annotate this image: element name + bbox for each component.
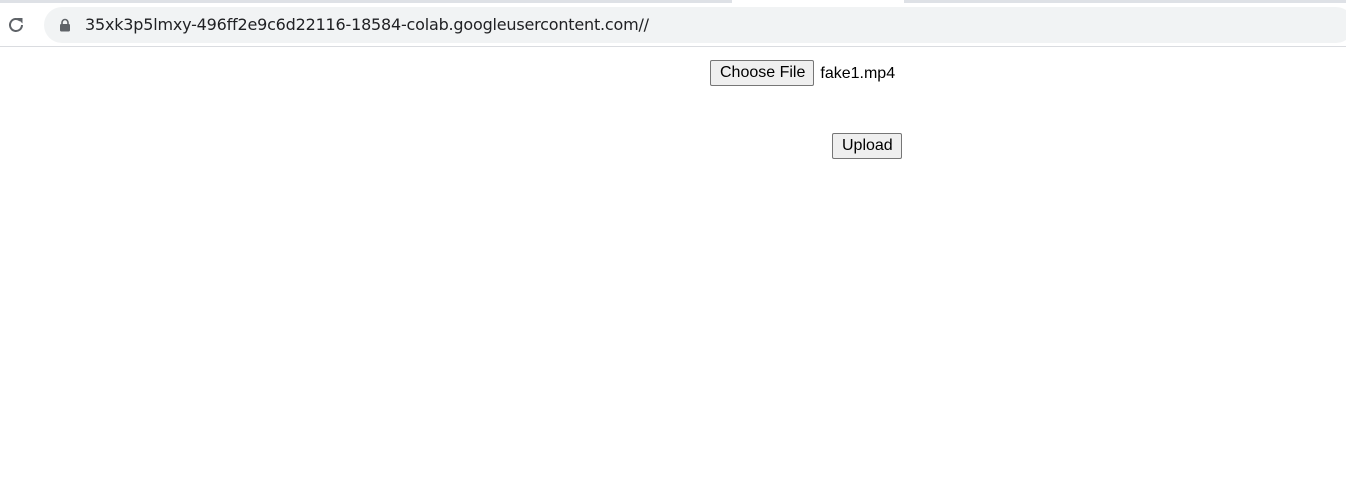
file-input[interactable]: Choose File fake1.mp4: [710, 60, 895, 86]
lock-icon[interactable]: [58, 18, 72, 32]
page-content: Choose File fake1.mp4 Upload: [0, 47, 1346, 499]
browser-toolbar: 35xk3p5lmxy-496ff2e9c6d22116-18584-colab…: [0, 3, 1346, 47]
selected-file-name: fake1.mp4: [820, 64, 896, 82]
reload-icon: [9, 18, 23, 32]
address-bar[interactable]: 35xk3p5lmxy-496ff2e9c6d22116-18584-colab…: [44, 7, 1346, 43]
reload-button[interactable]: [2, 11, 30, 39]
upload-button[interactable]: Upload: [832, 133, 902, 159]
choose-file-button[interactable]: Choose File: [710, 60, 815, 86]
url-text[interactable]: 35xk3p5lmxy-496ff2e9c6d22116-18584-colab…: [85, 15, 649, 35]
